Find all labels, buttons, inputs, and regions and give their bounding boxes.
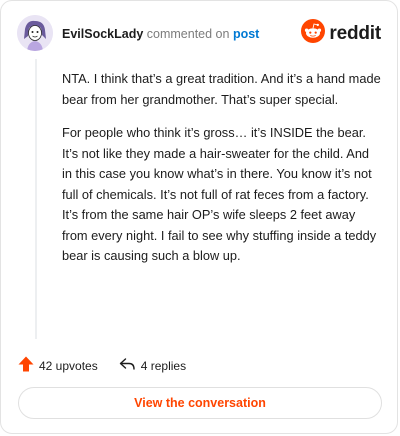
post-link[interactable]: post [233, 27, 259, 41]
username-link[interactable]: EvilSockLady [62, 27, 143, 41]
upvote-button[interactable]: 42 upvotes [17, 355, 98, 376]
comment-footer: 42 upvotes 4 replies [17, 355, 186, 376]
comment-body: NTA. I think that’s a great tradition. A… [62, 69, 382, 280]
comment-paragraph: NTA. I think that’s a great tradition. A… [62, 71, 381, 107]
replies-button[interactable]: 4 replies [118, 355, 186, 376]
comment-paragraph: For people who think it’s gross… it’s IN… [62, 125, 377, 263]
brand-name: reddit [329, 22, 381, 44]
upvote-arrow-icon [17, 355, 35, 376]
avatar[interactable] [17, 15, 53, 51]
reddit-logo-icon [301, 19, 326, 48]
comment-embed-card: EvilSockLady commented on post reddit NT… [0, 0, 398, 434]
reply-arrow-icon [118, 355, 136, 376]
thread-line[interactable] [35, 59, 37, 339]
action-text: commented on [146, 27, 230, 41]
comment-header: EvilSockLady commented on post [62, 27, 259, 41]
reply-count: 4 replies [140, 358, 187, 373]
view-conversation-button[interactable]: View the conversation [18, 387, 382, 419]
upvote-count: 42 upvotes [39, 358, 98, 373]
reddit-brand[interactable]: reddit [301, 19, 381, 48]
